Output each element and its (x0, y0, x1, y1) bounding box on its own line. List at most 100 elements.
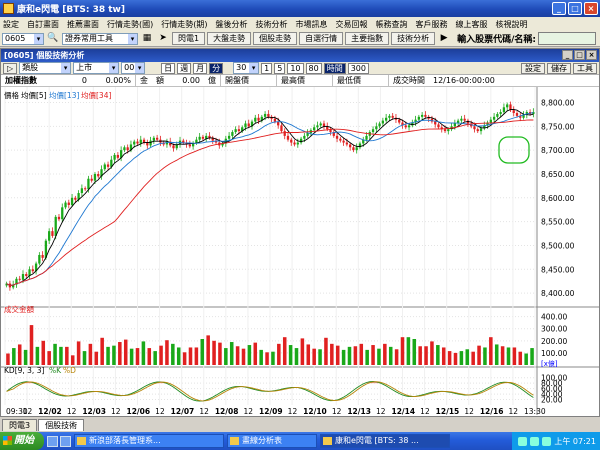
watchlist-button[interactable]: 自選行情 (299, 32, 344, 45)
flash1-button[interactable]: 閃電1 (172, 32, 206, 45)
code-select[interactable]: 0605 (2, 32, 44, 45)
desktop-icon[interactable] (60, 435, 71, 447)
range-time[interactable]: 時間 (323, 62, 346, 74)
x-tick-label: 12/06 (127, 407, 151, 415)
menu-settings[interactable]: 設定 (3, 19, 19, 30)
menu-recommended-screen[interactable]: 推薦畫面 (67, 19, 99, 30)
ie-icon[interactable] (47, 435, 58, 447)
volume-icon[interactable] (530, 436, 540, 446)
network-icon[interactable] (518, 436, 528, 446)
price-tick-label: 8,450.00 (541, 265, 575, 274)
close-button[interactable]: × (584, 2, 598, 15)
volume-bar (253, 342, 258, 365)
x-tick-label: 12 (509, 407, 519, 415)
tab-flash3[interactable]: 閃電3 (2, 419, 38, 431)
taskbar-item-blog[interactable]: 新浪部落長管理系... (74, 434, 224, 448)
stock-trend-button[interactable]: 個股走勢 (253, 32, 298, 45)
taskbar-item-drawing[interactable]: 畫線分析表 (227, 434, 317, 448)
technical-chart[interactable]: 價格 均價[5] 均價[13] 均價[34] 成交金額 [x億] KD[9, 3, 3]… (1, 87, 599, 416)
range-10[interactable]: 10 (287, 62, 304, 74)
volume-bar (271, 351, 275, 365)
volume-bar (341, 349, 346, 365)
candle-body (257, 117, 260, 121)
candle-body (515, 113, 519, 116)
clock: 上午 07:21 (554, 436, 596, 446)
candle-body (182, 140, 185, 143)
candle-body (322, 123, 326, 127)
volume-bar (524, 353, 528, 365)
volume-bar (212, 340, 216, 365)
panel-close-button[interactable]: × (586, 50, 597, 60)
start-button[interactable]: 開始 (0, 432, 44, 450)
search-icon[interactable]: 🔍 (46, 32, 60, 45)
save-button[interactable]: 儲存 (547, 62, 571, 74)
tool-select[interactable]: 證券常用工具 (62, 32, 138, 45)
candle-body (434, 121, 437, 125)
volume-bar (224, 348, 228, 365)
price-tick-label: 8,400.00 (541, 289, 575, 298)
menu-quote-domestic[interactable]: 行情走勢(國) (107, 19, 153, 30)
candle-body (476, 129, 479, 132)
range-count[interactable]: 300 (347, 62, 369, 74)
tab-stock-technical[interactable]: 個股技術 (38, 419, 85, 431)
menu-market-news[interactable]: 市場訊息 (296, 19, 328, 30)
minimize-button[interactable]: _ (552, 2, 566, 15)
type-select[interactable]: 類股 (19, 62, 72, 74)
volume-bar (300, 338, 305, 365)
menu-help[interactable]: 核視說明 (496, 19, 528, 30)
market-select[interactable]: 上市 (73, 62, 120, 74)
menu-custom-screen[interactable]: 自訂畫面 (27, 19, 59, 30)
volume-bar (53, 343, 57, 365)
candle-body (54, 216, 57, 236)
panel-maximize-button[interactable]: □ (574, 50, 585, 60)
tools-button[interactable]: 工具 (573, 62, 597, 74)
security-icon[interactable] (542, 436, 552, 446)
menu-customer-service[interactable]: 客戶服務 (416, 19, 448, 30)
candle-body (244, 123, 247, 128)
candle-body (283, 131, 286, 136)
x-tick-label: 12 (288, 407, 298, 415)
candle-body (365, 135, 368, 140)
maximize-button[interactable]: □ (568, 2, 582, 15)
candle-body (286, 135, 290, 140)
settings-button[interactable]: 設定 (521, 62, 545, 74)
technical-analysis-button[interactable]: 技術分析 (391, 32, 436, 45)
candle-body (25, 274, 28, 276)
price-legend-label: 價格 (4, 90, 19, 100)
period-minute[interactable]: 分 (209, 62, 224, 74)
category-code-select[interactable]: 001 (121, 62, 146, 74)
menu-account[interactable]: 帳務查詢 (376, 19, 408, 30)
minute-select[interactable]: 30 (233, 62, 260, 74)
candle-body (499, 112, 502, 114)
play-icon[interactable]: ▷ (3, 62, 18, 74)
major-index-button[interactable]: 主要指數 (345, 32, 390, 45)
candle-body (479, 128, 483, 132)
range-1[interactable]: 1 (261, 62, 273, 74)
candle-body (106, 164, 110, 167)
candle-body (172, 145, 175, 149)
range-5[interactable]: 5 (274, 62, 286, 74)
arrow-right-icon[interactable]: ▶ (437, 32, 451, 45)
menu-quote-futures[interactable]: 行情走勢(期) (161, 19, 207, 30)
period-week[interactable]: 週 (177, 62, 192, 74)
taskbar-item-app[interactable]: 康和e閃電 [BTS: 38 ... (320, 434, 450, 448)
menu-post-market[interactable]: 盤後分析 (216, 19, 248, 30)
candle-body (296, 142, 299, 145)
period-month[interactable]: 月 (193, 62, 208, 74)
volume-bar (241, 348, 246, 365)
candle-body (155, 137, 159, 140)
panel-minimize-button[interactable]: _ (562, 50, 573, 60)
market-trend-button[interactable]: 大盤走勢 (207, 32, 252, 45)
range-80[interactable]: 80 (305, 62, 322, 74)
menu-online-service[interactable]: 線上客服 (456, 19, 488, 30)
period-day[interactable]: 日 (161, 62, 176, 74)
arrow-icon[interactable]: ➤ (156, 32, 170, 45)
menu-trade-report[interactable]: 交易回報 (336, 19, 368, 30)
stock-code-input[interactable] (537, 32, 596, 45)
candle-body (133, 141, 136, 145)
volume-bar (35, 346, 40, 365)
menu-technical[interactable]: 技術分析 (256, 19, 288, 30)
volume-bar (17, 344, 22, 365)
calculator-icon[interactable]: ▦ (140, 32, 154, 45)
volume-tick-label: 300.00 (541, 325, 567, 334)
